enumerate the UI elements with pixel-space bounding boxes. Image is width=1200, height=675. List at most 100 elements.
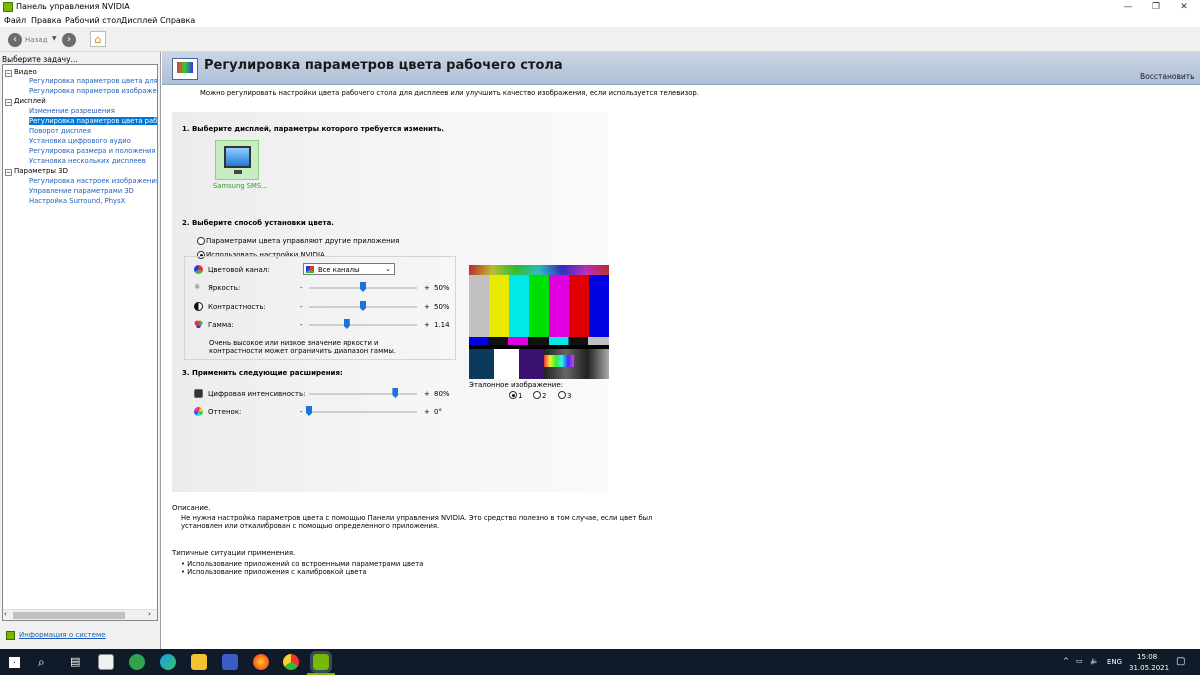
gamma-plus: + xyxy=(424,321,430,329)
menu-bar: Файл Правка Рабочий стол Дисплей Справка xyxy=(0,14,1200,27)
network-icon[interactable]: ▭ xyxy=(1076,657,1083,665)
contrast-plus: + xyxy=(424,303,430,311)
tree-item-rotate[interactable]: Поворот дисплея xyxy=(29,127,91,135)
taskbar: ⌕ ▤ ^ ▭ 🔈 ENG 15:08 31.05.2021 ▢ xyxy=(0,649,1200,675)
torrent-icon[interactable] xyxy=(129,654,145,670)
back-label[interactable]: Назад xyxy=(25,36,47,44)
collapse-icon[interactable]: − xyxy=(5,70,12,77)
gamma-value: 1.14 xyxy=(434,321,450,329)
vibrance-minus: - xyxy=(300,390,303,398)
menu-edit[interactable]: Правка xyxy=(31,16,61,25)
page-banner: Регулировка параметров цвета рабочего ст… xyxy=(162,52,1200,85)
task-view-icon[interactable]: ▤ xyxy=(70,655,80,668)
tree-node-display[interactable]: − Дисплей xyxy=(5,97,46,106)
radio-other-apps[interactable] xyxy=(197,237,205,245)
vibrance-label: Цифровая интенсивность: xyxy=(208,390,306,398)
gamma-icon xyxy=(194,320,203,329)
tree-item-video-color[interactable]: Регулировка параметров цвета для вид xyxy=(29,77,157,85)
save-disk-icon[interactable] xyxy=(222,654,238,670)
usage-heading: Типичные ситуации применения. xyxy=(172,549,296,557)
volume-icon[interactable]: 🔈 xyxy=(1090,657,1099,665)
hue-minus: - xyxy=(300,408,303,416)
back-arrow-icon[interactable]: ‹ xyxy=(8,33,22,47)
tree-item-audio[interactable]: Установка цифрового аудио xyxy=(29,137,131,145)
contrast-label: Контрастность: xyxy=(208,303,266,311)
system-info-link[interactable]: Информация о системе xyxy=(19,631,106,639)
tree-item-resolution[interactable]: Изменение разрешения xyxy=(29,107,115,115)
file-explorer-icon[interactable] xyxy=(191,654,207,670)
start-windows-icon[interactable] xyxy=(9,657,20,668)
brightness-label: Яркость: xyxy=(208,284,241,292)
collapse-icon[interactable]: − xyxy=(5,99,12,106)
clock-time[interactable]: 15:08 xyxy=(1137,653,1157,661)
desktop-color-icon xyxy=(172,58,198,80)
edge-browser-icon[interactable] xyxy=(160,654,176,670)
minimize-button[interactable]: — xyxy=(1114,0,1142,14)
horizontal-scrollbar[interactable]: ‹ › xyxy=(3,609,157,620)
scroll-left-icon[interactable]: ‹ xyxy=(4,610,7,618)
tree-item-video-image[interactable]: Регулировка параметров изображения д xyxy=(29,87,157,95)
reference-radio-3[interactable] xyxy=(558,391,566,399)
menu-desktop[interactable]: Рабочий стол xyxy=(65,16,121,25)
tree-item-multi-display[interactable]: Установка нескольких дисплеев xyxy=(29,157,146,165)
usage-item-2: • Использование приложения с калибровкой… xyxy=(181,568,367,576)
description-line2: установлен или откалиброван с помощью оп… xyxy=(181,522,440,530)
vibrance-value: 80% xyxy=(434,390,450,398)
reference-radio-1[interactable] xyxy=(509,391,517,399)
hue-icon xyxy=(194,407,203,416)
tree-item-size-position[interactable]: Регулировка размера и положения рабо xyxy=(29,147,157,155)
store-icon[interactable] xyxy=(98,654,114,670)
vibrance-track[interactable] xyxy=(309,393,417,395)
restore-defaults-link[interactable]: Восстановить xyxy=(1140,72,1195,81)
reference-radio-3-label: 3 xyxy=(567,392,572,400)
tree-node-video[interactable]: − Видео xyxy=(5,68,37,77)
chevron-down-icon: ⌄ xyxy=(385,265,391,273)
collapse-icon[interactable]: − xyxy=(5,169,12,176)
hue-track[interactable] xyxy=(309,411,417,413)
restore-window-button[interactable]: ❐ xyxy=(1142,0,1170,14)
search-icon[interactable]: ⌕ xyxy=(38,655,45,670)
contrast-icon xyxy=(194,302,203,311)
brightness-minus: - xyxy=(300,284,303,292)
reference-test-image xyxy=(469,265,609,379)
menu-file[interactable]: Файл xyxy=(4,16,26,25)
monitor-icon xyxy=(224,146,251,168)
gamma-label: Гамма: xyxy=(208,321,234,329)
reference-radio-2-label: 2 xyxy=(542,392,547,400)
hue-value: 0° xyxy=(434,408,442,416)
history-dropdown-icon[interactable]: ▼ xyxy=(52,35,57,42)
reference-radio-2[interactable] xyxy=(533,391,541,399)
firefox-icon[interactable] xyxy=(253,654,269,670)
close-button[interactable]: ✕ xyxy=(1170,0,1198,14)
tree-item-3d-manage[interactable]: Управление параметрами 3D xyxy=(29,187,134,195)
scroll-thumb[interactable] xyxy=(13,612,125,619)
system-info-icon xyxy=(6,631,15,640)
tree-item-3d-image[interactable]: Регулировка настроек изображения с пр xyxy=(29,177,157,185)
home-icon[interactable]: ⌂ xyxy=(90,31,106,47)
vibrance-icon xyxy=(194,389,203,398)
menu-display[interactable]: Дисплей xyxy=(121,16,157,25)
gamma-track[interactable] xyxy=(309,324,417,326)
tree-item-surround[interactable]: Настройка Surround, PhysX xyxy=(29,197,125,205)
language-indicator[interactable]: ENG xyxy=(1107,658,1122,666)
nvidia-taskbar-icon[interactable] xyxy=(310,651,332,673)
hue-plus: + xyxy=(424,408,430,416)
brightness-icon: ☼ xyxy=(194,283,201,291)
forward-arrow-icon[interactable]: › xyxy=(62,33,76,47)
scroll-right-icon[interactable]: › xyxy=(148,610,151,618)
description-heading: Описание. xyxy=(172,504,211,512)
tree-node-3d[interactable]: − Параметры 3D xyxy=(5,167,68,176)
chrome-icon[interactable] xyxy=(283,654,299,670)
usage-item-1: • Использование приложений со встроенным… xyxy=(181,560,424,568)
task-tree: − Видео Регулировка параметров цвета для … xyxy=(2,64,158,621)
channel-icon xyxy=(306,266,314,273)
clock-date[interactable]: 31.05.2021 xyxy=(1129,664,1169,672)
menu-help[interactable]: Справка xyxy=(160,16,195,25)
display-tile[interactable] xyxy=(215,140,259,180)
tray-chevron-up-icon[interactable]: ^ xyxy=(1063,657,1069,665)
notifications-icon[interactable]: ▢ xyxy=(1176,656,1185,667)
description-line1: Не нужна настройка параметров цвета с по… xyxy=(181,514,653,522)
tree-item-desktop-color[interactable]: Регулировка параметров цвета рабочег xyxy=(29,117,157,125)
color-channel-select[interactable]: Все каналы ⌄ xyxy=(303,263,395,275)
vibrance-plus: + xyxy=(424,390,430,398)
